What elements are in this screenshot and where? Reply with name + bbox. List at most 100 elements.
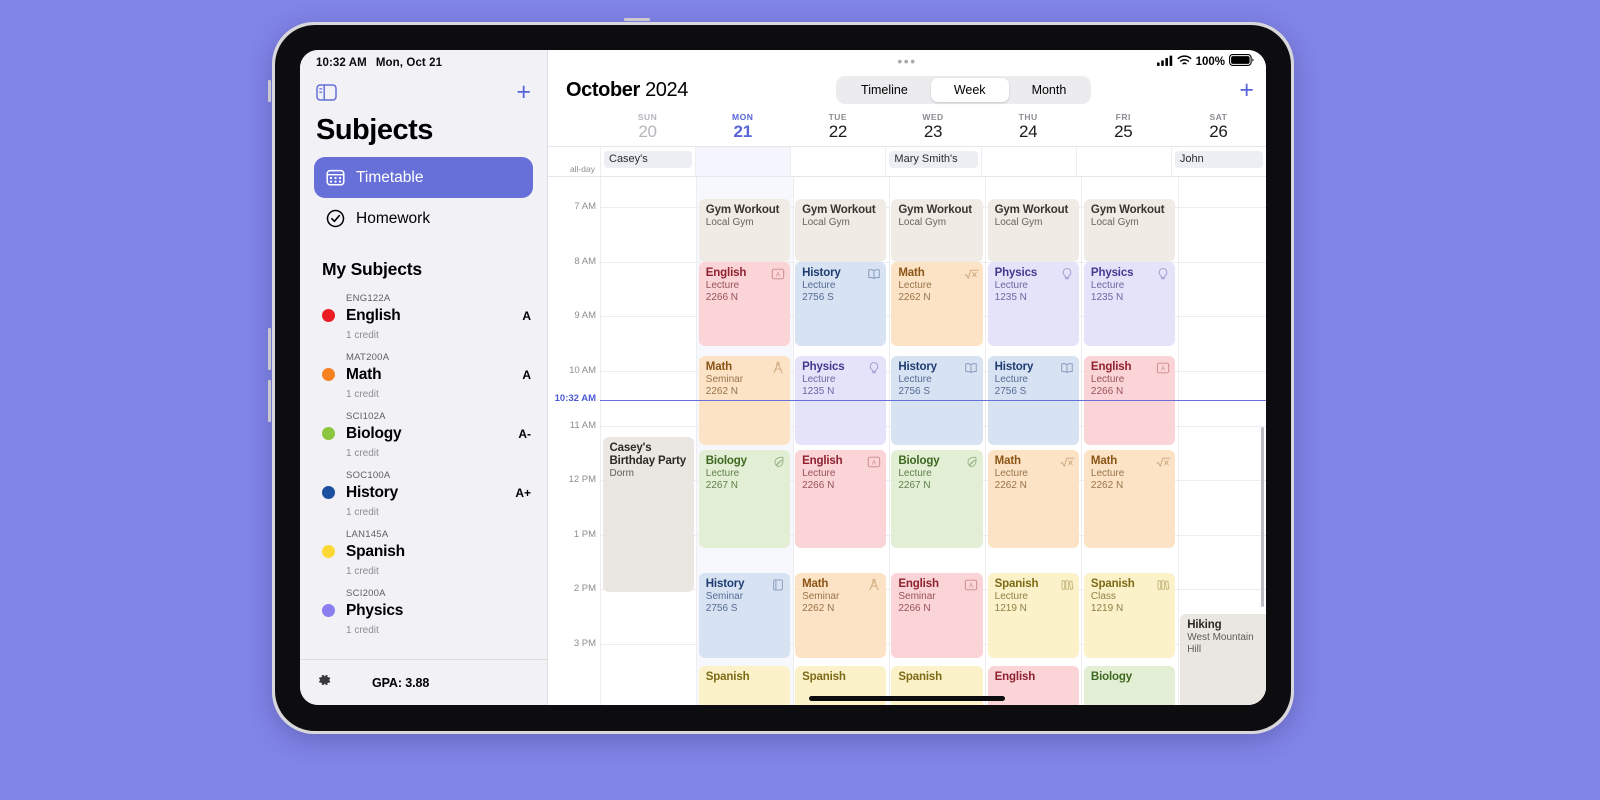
day-header-sat[interactable]: SAT 26: [1171, 112, 1266, 146]
calendar-event[interactable]: Spanish Lecture 1219 N: [987, 573, 1079, 658]
tab-week[interactable]: Week: [930, 78, 1009, 102]
event-room: 2266 N: [705, 291, 739, 303]
all-day-event[interactable]: John: [1174, 151, 1263, 168]
calendar-grid-scroll[interactable]: 7 AM 8 AM 9 AM 10 AM 11 AM 12 PM 1 PM 2 PM 3 PM G…: [548, 177, 1266, 705]
sidebar-item-homework[interactable]: Homework: [314, 198, 533, 239]
all-day-column[interactable]: [790, 147, 885, 177]
svg-text:A: A: [969, 583, 974, 590]
calendar-event[interactable]: Gym Workout Local Gym: [698, 199, 791, 262]
event-subtitle: Lecture: [802, 279, 836, 291]
cellular-signal-icon: [1156, 53, 1173, 71]
subject-color-dot: [322, 427, 335, 440]
page-title: Subjects: [316, 114, 433, 146]
all-day-column[interactable]: [1075, 147, 1171, 177]
calendar-event[interactable]: Math Lecture 2262 N: [891, 261, 983, 347]
event-room: 2262 N: [705, 385, 739, 397]
event-subtitle: Local Gym: [994, 217, 1043, 228]
all-day-label: all-day: [569, 163, 595, 174]
gear-icon[interactable]: [316, 672, 332, 693]
day-header-tue[interactable]: TUE 22: [790, 112, 885, 146]
day-header-sun[interactable]: SUN 20: [600, 112, 695, 146]
hour-label: 9 AM: [574, 310, 596, 322]
sidebar-toggle-icon[interactable]: [316, 83, 337, 101]
hour-label: 10 AM: [569, 365, 596, 376]
all-day-column[interactable]: Mary Smith's: [885, 147, 980, 177]
all-day-row: all-day Casey's Mary Smith's John: [548, 146, 1266, 178]
calendar-event[interactable]: Hiking West Mountain Hill: [1180, 613, 1266, 705]
add-event-button[interactable]: +: [1239, 78, 1254, 103]
calendar-event[interactable]: Gym Workout Local Gym: [795, 199, 887, 262]
spanish-icon: [1060, 578, 1074, 592]
calendar-event[interactable]: Spanish: [698, 665, 791, 705]
event-subtitle: Seminar: [705, 373, 744, 385]
calendar-event[interactable]: Physics Lecture 1235 N: [987, 261, 1079, 347]
subject-row[interactable]: SCI102A Biology 1 credit A-: [300, 404, 547, 463]
event-subtitle: Dorm: [609, 467, 634, 479]
calendar-event[interactable]: Spanish Class 1219 N: [1083, 573, 1176, 658]
all-day-event[interactable]: Mary Smith's: [889, 151, 978, 168]
day-header-mon[interactable]: MON 21: [695, 112, 790, 146]
day-header-fri[interactable]: FRI 25: [1076, 112, 1171, 146]
calendar-event[interactable]: English Seminar 2266 NA: [891, 573, 983, 658]
day-number: 22: [828, 122, 848, 141]
all-day-column[interactable]: Casey's: [600, 147, 695, 177]
sidebar: 10:32 AM Mon, Oct 21 + Subjects Timetabl…: [300, 50, 548, 705]
event-subtitle: Lecture: [994, 279, 1028, 291]
sidebar-item-timetable[interactable]: Timetable: [314, 157, 533, 198]
calendar-event[interactable]: Physics Lecture 1235 N: [1083, 261, 1176, 347]
calendar-toolbar: October 2024 Timeline Week Month +: [548, 70, 1266, 112]
calendar-event[interactable]: History Seminar 2756 S: [698, 573, 791, 658]
calendar-event[interactable]: Biology Lecture 2267 N: [698, 450, 791, 549]
event-subtitle: Lecture: [898, 373, 932, 385]
event-room: 2756 S: [705, 603, 738, 615]
calendar-event[interactable]: Gym Workout Local Gym: [987, 199, 1079, 262]
math-icon: [964, 267, 979, 281]
calendar-event[interactable]: Biology: [1083, 665, 1176, 705]
volume-down-button[interactable]: [268, 380, 271, 422]
day-number: 21: [733, 122, 753, 141]
calendar-event[interactable]: Gym Workout Local Gym: [1083, 199, 1176, 262]
subject-row[interactable]: SCI200A Physics 1 credit: [300, 581, 547, 640]
tab-month[interactable]: Month: [1009, 78, 1090, 102]
add-subject-button[interactable]: +: [516, 80, 531, 105]
calendar-event[interactable]: Biology Lecture 2267 N: [891, 450, 983, 549]
calendar-event[interactable]: Math Lecture 2262 N: [987, 450, 1079, 549]
calendar-event[interactable]: Math Seminar 2262 N: [795, 573, 887, 658]
power-button[interactable]: [624, 18, 650, 21]
event-room: 1235 N: [802, 385, 835, 397]
event-title: Gym Workout: [1090, 204, 1165, 216]
window-grabber[interactable]: •••: [897, 54, 916, 68]
calendar-event[interactable]: English Lecture 2266 NA: [795, 450, 887, 549]
day-header-wed[interactable]: WED 23: [885, 112, 980, 146]
subject-grade: A: [522, 367, 531, 382]
event-room: 2756 S: [802, 291, 834, 303]
calendar-event[interactable]: English Lecture 2266 NA: [698, 261, 791, 347]
view-switcher[interactable]: Timeline Week Month: [836, 76, 1092, 104]
hour-label: 7 AM: [574, 201, 596, 213]
current-time-line: [600, 400, 1266, 402]
volume-up-button[interactable]: [268, 328, 271, 370]
subject-row[interactable]: SOC100A History 1 credit A+: [300, 463, 547, 522]
tab-timeline[interactable]: Timeline: [838, 78, 931, 102]
day-header-thu[interactable]: THU 24: [981, 112, 1076, 146]
all-day-column[interactable]: [980, 147, 1076, 177]
event-subtitle: Local Gym: [802, 217, 850, 228]
calendar-event[interactable]: History Lecture 2756 S: [795, 261, 887, 347]
all-day-column[interactable]: [695, 147, 791, 177]
event-room: 2262 N: [898, 291, 931, 303]
subject-code: SCI102A: [346, 411, 386, 422]
subject-credit: 1 credit: [346, 330, 379, 341]
subject-row[interactable]: MAT200A Math 1 credit A: [300, 345, 547, 404]
vertical-scrollbar[interactable]: [1261, 427, 1264, 608]
event-room: 2262 N: [1090, 480, 1124, 492]
english-icon: A: [771, 267, 785, 281]
subject-row[interactable]: ENG122A English 1 credit A: [300, 286, 547, 345]
all-day-column[interactable]: John: [1170, 147, 1266, 177]
sidebar-item-label: Homework: [356, 209, 431, 227]
day-of-week: THU: [1018, 112, 1038, 122]
subject-row[interactable]: LAN145A Spanish 1 credit: [300, 522, 547, 581]
calendar-event[interactable]: Gym Workout Local Gym: [891, 199, 983, 262]
all-day-event[interactable]: Casey's: [604, 151, 693, 168]
calendar-event[interactable]: Casey's Birthday Party Dorm: [602, 436, 694, 593]
calendar-event[interactable]: Math Lecture 2262 N: [1083, 450, 1176, 549]
